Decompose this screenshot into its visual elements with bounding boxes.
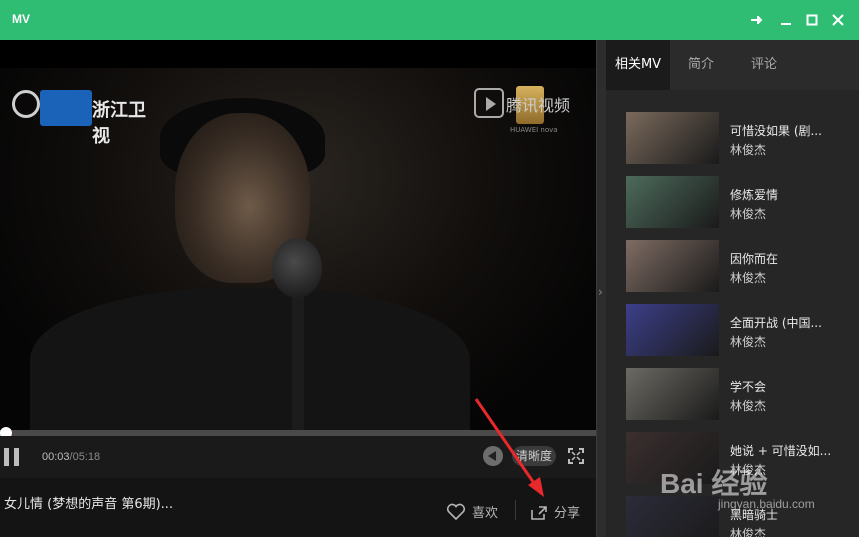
mv-thumbnail[interactable] [626, 368, 719, 420]
mv-thumbnail[interactable] [626, 176, 719, 228]
fullscreen-icon [568, 448, 584, 464]
current-time: 00:03 [42, 451, 70, 463]
pin-button[interactable] [744, 8, 768, 32]
like-label: 喜欢 [472, 506, 499, 521]
mv-thumbnail[interactable] [626, 496, 719, 537]
microphone-image [272, 238, 322, 298]
mv-title[interactable]: 她说 + 可惜没如... [730, 442, 831, 459]
mv-title[interactable]: 学不会 [730, 378, 766, 395]
maximize-icon [806, 14, 818, 26]
time-display: 00:03/05:18 [42, 451, 100, 463]
song-title: 女儿情 (梦想的声音 第6期)... [4, 497, 174, 512]
mv-thumbnail[interactable] [626, 304, 719, 356]
list-item[interactable]: 修炼爱情 林俊杰 [606, 168, 859, 228]
watermark: Bai 经验 [660, 468, 768, 499]
panel-splitter[interactable]: › [596, 40, 606, 537]
control-bar: 00:03/05:18 清晰度 [0, 436, 596, 478]
window-title: MV [12, 12, 30, 26]
list-item[interactable]: 可惜没如果 (剧... 林俊杰 [606, 104, 859, 164]
info-bar: 女儿情 (梦想的声音 第6期)... 喜欢 分享 [0, 478, 596, 537]
chevron-right-icon: › [598, 285, 603, 299]
partner-logo: 腾讯视频 HUAWEI nova [474, 86, 584, 138]
minimize-button[interactable] [774, 8, 798, 32]
mv-artist[interactable]: 林俊杰 [730, 333, 766, 350]
mv-title[interactable]: 可惜没如果 (剧... [730, 122, 822, 139]
pin-icon [751, 16, 763, 24]
video-frame[interactable]: 浙江卫视 腾讯视频 HUAWEI nova [0, 40, 596, 430]
maximize-button[interactable] [800, 8, 824, 32]
mv-artist[interactable]: 林俊杰 [730, 141, 766, 158]
mv-artist[interactable]: 林俊杰 [730, 205, 766, 222]
tab-bar: 相关MV 简介 评论 [606, 40, 859, 90]
tab-intro[interactable]: 简介 [670, 40, 732, 90]
mv-title[interactable]: 修炼爱情 [730, 186, 778, 203]
mv-title[interactable]: 全面开战 (中国... [730, 314, 822, 331]
channel-logo: 浙江卫视 [12, 90, 162, 147]
mv-artist[interactable]: 林俊杰 [730, 269, 766, 286]
mv-artist[interactable]: 林俊杰 [730, 525, 766, 537]
share-button[interactable]: 分享 [530, 502, 580, 521]
list-item[interactable]: 学不会 林俊杰 [606, 360, 859, 420]
mv-artist[interactable]: 林俊杰 [730, 397, 766, 414]
like-button[interactable]: 喜欢 [446, 502, 498, 521]
pause-icon [4, 448, 9, 466]
total-time: /05:18 [69, 451, 101, 463]
tab-comments[interactable]: 评论 [732, 40, 796, 90]
watermark-url: jingyan.baidu.com [718, 497, 815, 511]
video-player: 浙江卫视 腾讯视频 HUAWEI nova 00:03/05:18 清晰度 女儿… [0, 40, 596, 537]
share-label: 分享 [554, 506, 581, 521]
pause-button[interactable] [4, 448, 24, 466]
mv-thumbnail[interactable] [626, 240, 719, 292]
heart-icon [446, 503, 466, 520]
fullscreen-button[interactable] [568, 448, 584, 464]
quality-button[interactable]: 清晰度 [512, 446, 556, 466]
close-button[interactable] [826, 8, 850, 32]
divider [515, 500, 516, 520]
mv-thumbnail[interactable] [626, 112, 719, 164]
close-icon [832, 14, 844, 26]
minimize-icon [781, 23, 791, 25]
list-item[interactable]: 因你而在 林俊杰 [606, 232, 859, 292]
tab-related-mv[interactable]: 相关MV [606, 40, 670, 90]
share-icon [531, 505, 547, 520]
volume-button[interactable] [483, 446, 503, 466]
title-bar: MV [0, 0, 859, 40]
mv-title[interactable]: 因你而在 [730, 250, 778, 267]
list-item[interactable]: 全面开战 (中国... 林俊杰 [606, 296, 859, 356]
